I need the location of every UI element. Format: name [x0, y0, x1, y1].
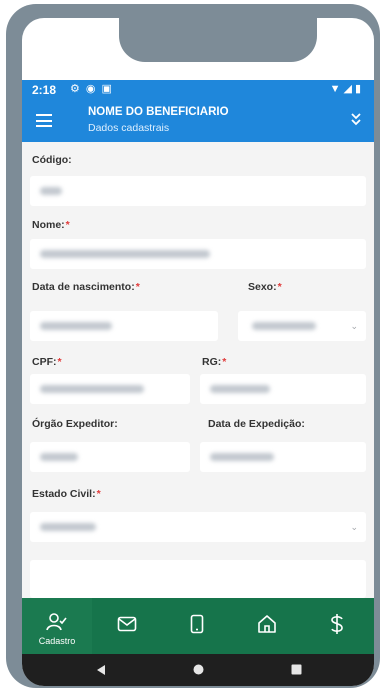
back-icon[interactable]	[96, 664, 106, 676]
sexo-label: Sexo:*	[248, 281, 282, 293]
menu-icon[interactable]	[36, 114, 52, 127]
nascimento-field[interactable]	[30, 311, 218, 341]
expedicao-label: Data de Expedição:	[208, 418, 305, 430]
nav-cadastro[interactable]: Cadastro	[22, 598, 92, 654]
mail-icon	[117, 616, 137, 632]
app-bar: NOME DO BENEFICIARIO Dados cadastrais	[22, 100, 374, 142]
rg-label: RG:*	[202, 356, 227, 368]
status-time: 2:18	[32, 83, 57, 97]
nascimento-label: Data de nascimento:*	[32, 281, 140, 293]
nav-finance[interactable]	[302, 598, 372, 654]
estado-civil-select[interactable]: ⌄	[30, 512, 366, 542]
cpf-label: CPF:*	[32, 356, 62, 368]
phone-screen: 2:18 ⚙◉▣ ▼◢▮ NOME DO BENEFICIARIO Dados …	[22, 18, 374, 686]
system-nav-bar	[22, 654, 374, 686]
nav-mail[interactable]	[92, 598, 162, 654]
nav-home[interactable]	[232, 598, 302, 654]
codigo-field[interactable]	[30, 176, 366, 206]
cpf-field[interactable]	[30, 374, 190, 404]
nome-label: Nome:*	[32, 219, 70, 231]
nav-cadastro-label: Cadastro	[38, 636, 76, 646]
registration-form: Código: Nome:* Data de nascimento:* Sexo…	[22, 142, 374, 598]
status-signal-battery-icons: ▼◢▮	[329, 83, 364, 95]
recents-icon[interactable]	[291, 664, 302, 675]
chevron-down-icon: ⌄	[350, 522, 358, 532]
home-circle-icon[interactable]	[193, 664, 204, 675]
status-notification-icons: ⚙◉▣	[70, 83, 118, 95]
chevron-double-down-icon[interactable]	[350, 112, 362, 126]
chevron-down-icon: ⌄	[350, 321, 358, 331]
page-title: NOME DO BENEFICIARIO	[88, 106, 229, 118]
orgao-field[interactable]	[30, 442, 190, 472]
person-check-icon	[46, 613, 67, 631]
bottom-nav: Cadastro	[22, 598, 374, 654]
phone-notch	[119, 18, 317, 62]
estado-civil-label: Estado Civil:*	[32, 488, 101, 500]
nav-phone[interactable]	[162, 598, 232, 654]
nome-field[interactable]	[30, 239, 366, 269]
expedicao-field[interactable]	[200, 442, 366, 472]
rg-field[interactable]	[200, 374, 366, 404]
phone-frame: 2:18 ⚙◉▣ ▼◢▮ NOME DO BENEFICIARIO Dados …	[6, 4, 380, 688]
status-bar: 2:18 ⚙◉▣ ▼◢▮	[22, 80, 374, 100]
home-icon	[258, 615, 276, 633]
dollar-icon	[331, 614, 343, 634]
next-field-partial[interactable]	[30, 560, 366, 598]
page-subtitle: Dados cadastrais	[88, 122, 170, 134]
sexo-select[interactable]: ⌄	[238, 311, 366, 341]
phone-icon	[190, 614, 204, 634]
codigo-label: Código:	[32, 154, 72, 166]
orgao-label: Órgão Expeditor:	[32, 418, 118, 430]
